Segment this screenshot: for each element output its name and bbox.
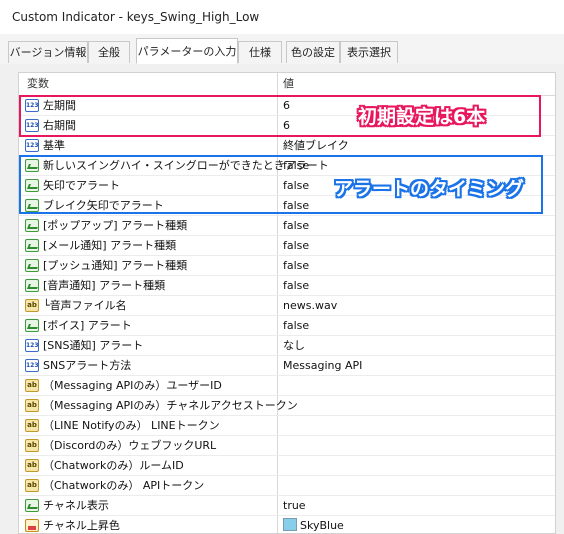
parameter-row[interactable]: （LINE Notifyのみ） LINEトークン	[19, 416, 555, 436]
number-icon	[25, 359, 39, 372]
parameter-name: （Chatworkのみ）ルームID	[43, 459, 184, 472]
header-value[interactable]: 値	[283, 73, 294, 95]
string-icon	[25, 479, 39, 492]
grid-header: 変数 値	[19, 73, 555, 96]
parameter-name: チャネル表示	[43, 499, 109, 512]
parameter-value[interactable]: false	[283, 236, 309, 255]
parameter-name: （LINE Notifyのみ） LINEトークン	[43, 419, 220, 432]
parameter-name: [メール通知] アラート種類	[43, 239, 177, 252]
tab-general[interactable]: 全般	[88, 41, 130, 63]
parameter-name: （Discordのみ）ウェブフックURL	[43, 439, 217, 452]
alert-callout: アラートのタイミング	[334, 178, 525, 200]
parameter-row[interactable]: （Messaging APIのみ）チャネルアクセストークン	[19, 396, 555, 416]
parameter-name: [ボイス] アラート	[43, 319, 132, 332]
parameter-value[interactable]: false	[283, 256, 309, 275]
parameter-value[interactable]: false	[283, 276, 309, 295]
parameter-name: └音声ファイル名	[43, 299, 127, 312]
parameter-value[interactable]: true	[283, 496, 306, 515]
string-icon	[25, 299, 39, 312]
parameter-row[interactable]: [SNS通知] アラート なし	[19, 336, 555, 356]
parameter-name: SNSアラート方法	[43, 359, 132, 372]
string-icon	[25, 399, 39, 412]
parameter-name: チャネル上昇色	[43, 519, 120, 532]
parameter-row[interactable]: [ボイス] アラート false	[19, 316, 555, 336]
parameter-row[interactable]: [ポップアップ] アラート種類 false	[19, 216, 555, 236]
boolean-icon	[25, 319, 39, 332]
boolean-icon	[25, 259, 39, 272]
parameter-name: [ポップアップ] アラート種類	[43, 219, 188, 232]
parameter-value[interactable]: 終値ブレイク	[283, 136, 349, 155]
parameter-value[interactable]: Messaging API	[283, 356, 362, 375]
parameter-value[interactable]: news.wav	[283, 296, 337, 315]
string-icon	[25, 439, 39, 452]
parameter-row[interactable]: [音声通知] アラート種類 false	[19, 276, 555, 296]
number-icon	[25, 339, 39, 352]
boolean-icon	[25, 239, 39, 252]
parameter-row[interactable]: （Discordのみ）ウェブフックURL	[19, 436, 555, 456]
parameter-row[interactable]: （Chatworkのみ）ルームID	[19, 456, 555, 476]
string-icon	[25, 459, 39, 472]
parameter-value[interactable]: false	[283, 316, 309, 335]
parameter-name: [プッシュ通知] アラート種類	[43, 259, 188, 272]
tab-color-settings[interactable]: 色の設定	[286, 41, 340, 63]
parameter-grid: 変数 値 左期間6右期間6基準終値ブレイク新しいスイングハイ・スイングローができ…	[18, 72, 556, 534]
parameter-name: （Messaging APIのみ）チャネルアクセストークン	[43, 399, 298, 412]
tab-parameters[interactable]: パラメーターの入力	[136, 38, 238, 64]
parameter-row[interactable]: 基準 終値ブレイク	[19, 136, 555, 156]
string-icon	[25, 419, 39, 432]
parameter-name: 基準	[43, 139, 65, 152]
tab-strip: バージョン情報 全般 パラメーターの入力 仕様 色の設定 表示選択	[0, 34, 564, 65]
string-icon	[25, 379, 39, 392]
parameter-name: [音声通知] アラート種類	[43, 279, 166, 292]
parameter-name: （Messaging APIのみ）ユーザーID	[43, 379, 222, 392]
parameter-value-text: SkyBlue	[300, 519, 344, 532]
parameter-name: （Chatworkのみ） APIトークン	[43, 479, 205, 492]
parameter-value[interactable]: SkyBlue	[283, 516, 344, 533]
parameter-row[interactable]: チャネル表示 true	[19, 496, 555, 516]
parameter-row[interactable]: （Messaging APIのみ）ユーザーID	[19, 376, 555, 396]
color-icon	[25, 519, 39, 532]
boolean-icon	[25, 279, 39, 292]
window-title: Custom Indicator - keys_Swing_High_Low	[0, 0, 564, 34]
tab-specifications[interactable]: 仕様	[238, 41, 282, 63]
parameter-row[interactable]: └音声ファイル名 news.wav	[19, 296, 555, 316]
color-swatch	[283, 518, 297, 531]
parameter-row[interactable]: （Chatworkのみ） APIトークン	[19, 476, 555, 496]
tab-display-selection[interactable]: 表示選択	[340, 41, 398, 63]
parameter-value[interactable]: なし	[283, 336, 305, 355]
boolean-icon	[25, 219, 39, 232]
parameter-row[interactable]: [プッシュ通知] アラート種類 false	[19, 256, 555, 276]
period-callout: 初期設定は6本	[358, 106, 486, 128]
number-icon	[25, 139, 39, 152]
parameter-row[interactable]: [メール通知] アラート種類 false	[19, 236, 555, 256]
tab-version-info[interactable]: バージョン情報	[8, 41, 88, 63]
parameter-row[interactable]: SNSアラート方法 Messaging API	[19, 356, 555, 376]
header-variable[interactable]: 変数	[27, 73, 49, 95]
boolean-icon	[25, 499, 39, 512]
parameter-value[interactable]: false	[283, 216, 309, 235]
parameter-row[interactable]: チャネル上昇色 SkyBlue	[19, 516, 555, 533]
parameter-name: [SNS通知] アラート	[43, 339, 144, 352]
